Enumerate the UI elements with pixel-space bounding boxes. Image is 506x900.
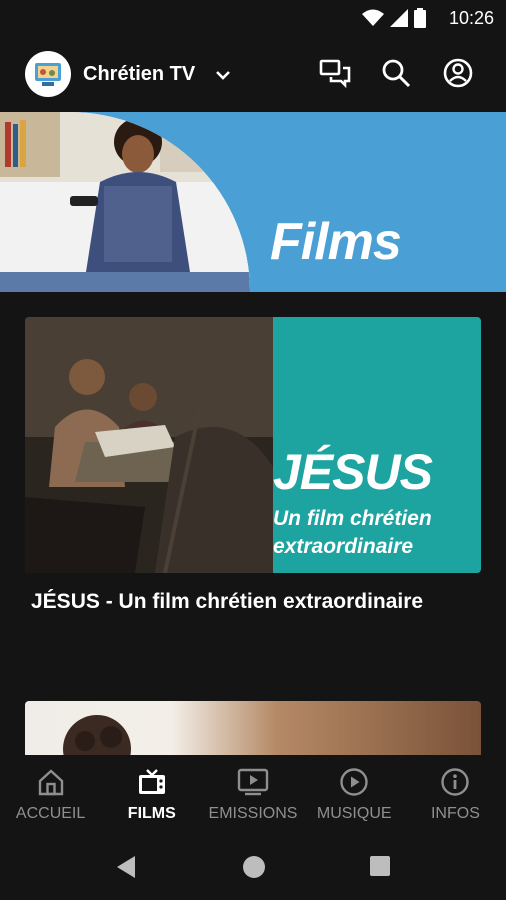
movie-title[interactable]: JÉSUS - Un film chrétien extraordinaire: [31, 590, 423, 614]
play-circle-icon: [340, 768, 368, 796]
monitor-play-icon: [237, 768, 269, 796]
movie-tagline-line-2: extraordinaire: [273, 535, 414, 558]
account-icon: [443, 58, 473, 88]
movie-card-thumbnail: [63, 715, 131, 761]
hero-title: Films: [270, 213, 402, 271]
system-navigation-bar: [0, 835, 506, 900]
nav-item-infos[interactable]: INFOS: [405, 755, 506, 835]
back-icon[interactable]: [115, 855, 137, 879]
movie-tagline: Un film chrétien extraordinaire: [273, 505, 432, 561]
featured-movie-card[interactable]: JÉSUS Un film chrétien extraordinaire: [25, 317, 481, 573]
recents-icon[interactable]: [369, 855, 391, 877]
info-icon: [441, 768, 470, 796]
nav-item-emissions[interactable]: EMISSIONS: [202, 755, 303, 835]
bottom-navigation: ACCUEIL FILMS EMISSIONS MUSIQUE INFOS: [0, 755, 506, 835]
status-time: 10:26: [448, 8, 494, 28]
status-bar: 10:26: [0, 0, 506, 36]
nav-label-emissions: EMISSIONS: [208, 805, 298, 822]
search-button[interactable]: [379, 56, 413, 90]
nav-item-accueil[interactable]: ACCUEIL: [0, 755, 101, 835]
chevron-down-icon[interactable]: [212, 64, 234, 86]
channel-avatar[interactable]: [25, 51, 71, 97]
movie-illustration: [25, 317, 273, 573]
channel-logo-icon: [35, 63, 61, 86]
channel-name[interactable]: Chrétien TV: [83, 63, 195, 86]
battery-icon: [414, 8, 426, 28]
nav-label-films: FILMS: [127, 805, 176, 822]
hero-illustration: [0, 112, 250, 292]
movie-card[interactable]: [25, 701, 481, 761]
chat-button[interactable]: [318, 56, 352, 90]
nav-item-films[interactable]: FILMS: [101, 755, 202, 835]
movie-tagline-line-1: Un film chrétien: [273, 507, 432, 530]
hero-image: [0, 112, 250, 292]
films-hero-banner[interactable]: Films: [0, 112, 506, 292]
nav-label-accueil: ACCUEIL: [15, 805, 86, 822]
tv-icon: [138, 769, 165, 794]
home-circle-icon[interactable]: [242, 855, 266, 879]
nav-label-infos: INFOS: [430, 805, 480, 822]
nav-label-musique: MUSIQUE: [316, 805, 392, 822]
nav-item-musique[interactable]: MUSIQUE: [304, 755, 405, 835]
signal-icon: [390, 9, 408, 27]
home-icon: [38, 769, 63, 796]
movie-thumbnail: [25, 317, 273, 573]
wifi-icon: [362, 9, 384, 26]
account-button[interactable]: [441, 56, 475, 90]
app-bar: Chrétien TV: [0, 36, 506, 112]
movie-headline: JÉSUS: [273, 444, 433, 500]
search-icon: [382, 59, 411, 88]
chat-icon: [319, 59, 351, 88]
status-icons: [362, 8, 426, 28]
